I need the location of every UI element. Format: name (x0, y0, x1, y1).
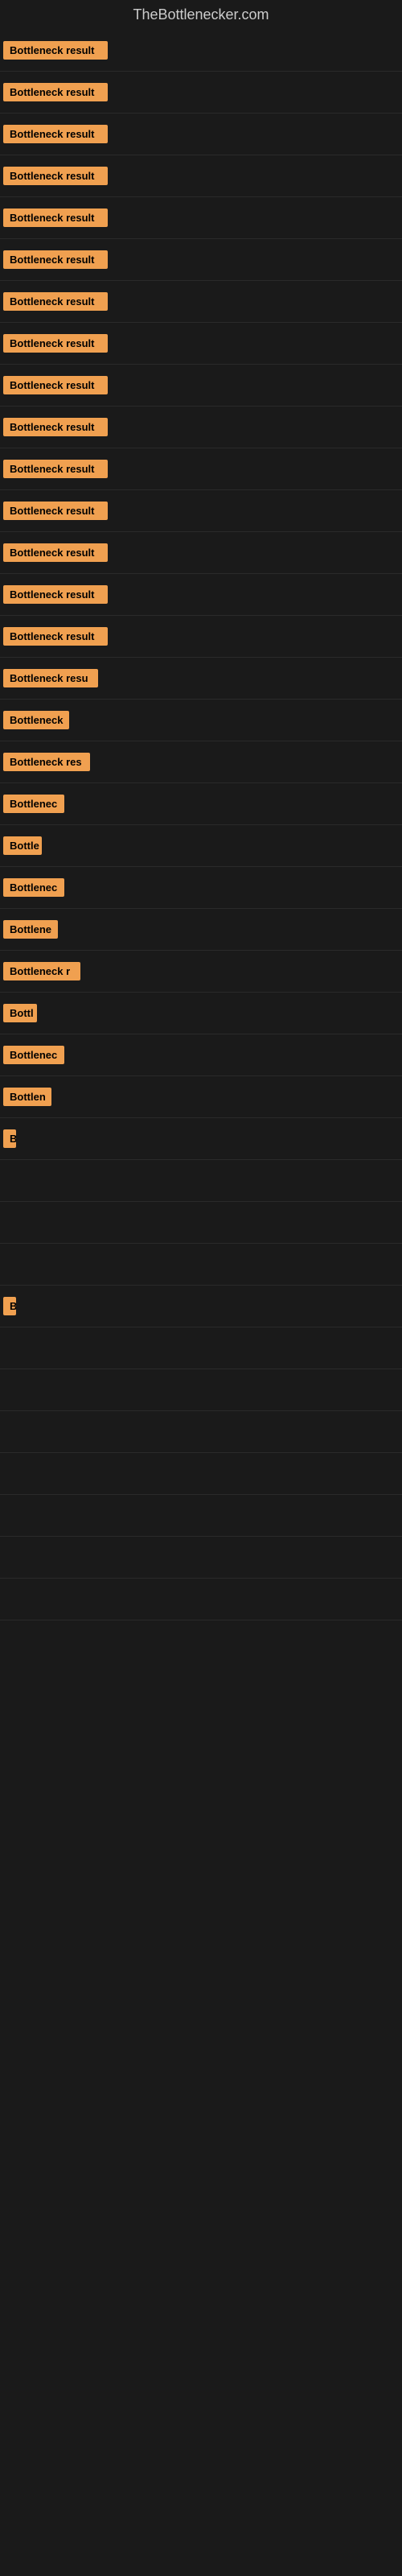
bottleneck-badge[interactable]: Bottleneck result (3, 376, 108, 394)
bottleneck-badge[interactable]: Bottleneck result (3, 125, 108, 143)
result-row: Bottleneck result (0, 239, 402, 281)
result-row: Bottlenec (0, 867, 402, 909)
result-row: Bottleneck result (0, 323, 402, 365)
bottleneck-badge[interactable]: Bottleneck result (3, 83, 108, 101)
result-row (0, 1160, 402, 1202)
result-row: Bottleneck result (0, 365, 402, 407)
result-row: Bottleneck result (0, 490, 402, 532)
result-row: Bottleneck result (0, 281, 402, 323)
bottleneck-badge[interactable]: Bottleneck result (3, 418, 108, 436)
bottleneck-badge[interactable]: Bottleneck result (3, 208, 108, 227)
result-row: Bottleneck result (0, 30, 402, 72)
result-row: Bottlen (0, 1076, 402, 1118)
result-row: Bottleneck result (0, 155, 402, 197)
site-title: TheBottlenecker.com (0, 0, 402, 30)
bottleneck-badge[interactable]: Bottlene (3, 920, 58, 939)
bottleneck-badge[interactable]: Bottleneck result (3, 627, 108, 646)
bottleneck-badge[interactable]: Bottleneck result (3, 250, 108, 269)
result-row (0, 1202, 402, 1244)
result-row (0, 1453, 402, 1495)
result-row: Bottleneck result (0, 616, 402, 658)
result-row (0, 1579, 402, 1620)
result-row: Bottleneck resu (0, 658, 402, 700)
result-row: Bottleneck res (0, 741, 402, 783)
result-row (0, 1244, 402, 1286)
result-row (0, 1411, 402, 1453)
bottleneck-badge[interactable]: Bottlenec (3, 878, 64, 897)
result-row: Bottleneck result (0, 448, 402, 490)
result-row (0, 1369, 402, 1411)
result-row (0, 1495, 402, 1537)
result-row: Bottleneck result (0, 532, 402, 574)
bottleneck-badge[interactable]: Bottleneck result (3, 585, 108, 604)
result-row (0, 1327, 402, 1369)
result-row: Bottleneck result (0, 197, 402, 239)
bottleneck-badge[interactable]: Bottlenec (3, 795, 64, 813)
result-row: B (0, 1118, 402, 1160)
bottleneck-badge[interactable]: Bottleneck result (3, 460, 108, 478)
result-row: Bottleneck result (0, 72, 402, 114)
result-row: Bottleneck result (0, 574, 402, 616)
result-row: Bottl (0, 993, 402, 1034)
result-row: Bottlenec (0, 1034, 402, 1076)
bottleneck-badge[interactable]: Bottleneck result (3, 292, 108, 311)
result-row: Bottlene (0, 909, 402, 951)
bottleneck-badge[interactable]: B (3, 1297, 16, 1315)
result-row: Bottleneck result (0, 407, 402, 448)
bottleneck-badge[interactable]: Bottleneck result (3, 502, 108, 520)
bottleneck-badge[interactable]: Bottlen (3, 1088, 51, 1106)
bottleneck-badge[interactable]: Bottl (3, 1004, 37, 1022)
result-row: Bottleneck (0, 700, 402, 741)
result-row: Bottle (0, 825, 402, 867)
result-row: Bottlenec (0, 783, 402, 825)
bottleneck-badge[interactable]: Bottleneck (3, 711, 69, 729)
bottleneck-badge[interactable]: B (3, 1129, 16, 1148)
bottleneck-badge[interactable]: Bottleneck result (3, 543, 108, 562)
bottleneck-badge[interactable]: Bottlenec (3, 1046, 64, 1064)
bottleneck-badge[interactable]: Bottleneck resu (3, 669, 98, 687)
result-row: Bottleneck result (0, 114, 402, 155)
bottleneck-badge[interactable]: Bottleneck result (3, 41, 108, 60)
bottleneck-badge[interactable]: Bottleneck result (3, 167, 108, 185)
bottleneck-badge[interactable]: Bottleneck result (3, 334, 108, 353)
bottleneck-badge[interactable]: Bottleneck r (3, 962, 80, 980)
bottleneck-badge[interactable]: Bottleneck res (3, 753, 90, 771)
result-row: B (0, 1286, 402, 1327)
bottleneck-badge[interactable]: Bottle (3, 836, 42, 855)
result-row: Bottleneck r (0, 951, 402, 993)
result-row (0, 1537, 402, 1579)
